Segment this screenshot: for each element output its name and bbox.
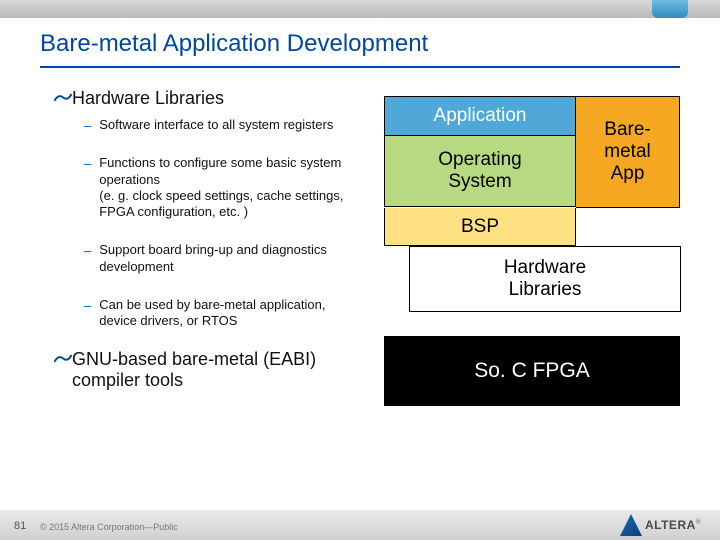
diagram-col-right: Bare- metal App — [576, 96, 680, 208]
dash-icon: – — [84, 118, 91, 133]
box-application: Application — [384, 96, 576, 136]
sub-bullet: – Software interface to all system regis… — [84, 117, 354, 133]
title-rule — [40, 66, 680, 68]
sub-bullet-text: Support board bring-up and diagnostics d… — [99, 242, 354, 275]
content-panel: Hardware Libraries – Software interface … — [54, 88, 354, 399]
sub-bullet: – Functions to configure some basic syst… — [84, 155, 354, 220]
top-bar — [0, 0, 720, 18]
bullet-hardware-libraries: Hardware Libraries — [54, 88, 354, 109]
diagram-col-left: Application Operating System — [384, 96, 576, 208]
sub-bullet-text: Functions to configure some basic system… — [99, 155, 354, 220]
logo-text: ALTERA® — [645, 518, 701, 532]
sub-bullet: – Support board bring-up and diagnostics… — [84, 242, 354, 275]
box-bsp: BSP — [384, 208, 576, 246]
dash-icon: – — [84, 156, 91, 171]
slide-title: Bare-metal Application Development — [40, 30, 428, 58]
sub-bullet-text: Can be used by bare-metal application, d… — [99, 297, 354, 330]
dash-icon: – — [84, 243, 91, 258]
box-operating-system: Operating System — [384, 136, 576, 207]
wave-bullet-icon — [54, 92, 72, 103]
sub-bullet-text: Software interface to all system registe… — [99, 117, 333, 133]
box-baremetal-app: Bare- metal App — [576, 96, 680, 208]
dash-icon: – — [84, 298, 91, 313]
wave-bullet-icon — [54, 353, 72, 364]
logo-triangle-icon — [620, 514, 642, 536]
bullet-text: GNU-based bare-metal (EABI) compiler too… — [72, 349, 354, 391]
sub-bullet: – Can be used by bare-metal application,… — [84, 297, 354, 330]
box-hardware-libraries: Hardware Libraries — [409, 246, 681, 312]
slide: Bare-metal Application Development Hardw… — [0, 0, 720, 540]
diagram-row-top: Application Operating System Bare- metal… — [384, 96, 682, 208]
altera-logo: ALTERA® — [620, 513, 708, 537]
top-accent — [652, 0, 688, 18]
page-number: 81 — [14, 520, 26, 532]
bullet-gnu-tools: GNU-based bare-metal (EABI) compiler too… — [54, 349, 354, 391]
bullet-text: Hardware Libraries — [72, 88, 224, 109]
box-soc-fpga: So. C FPGA — [384, 336, 680, 406]
stack-diagram: Application Operating System Bare- metal… — [384, 96, 682, 406]
copyright-text: © 2015 Altera Corporation—Public — [40, 522, 178, 532]
